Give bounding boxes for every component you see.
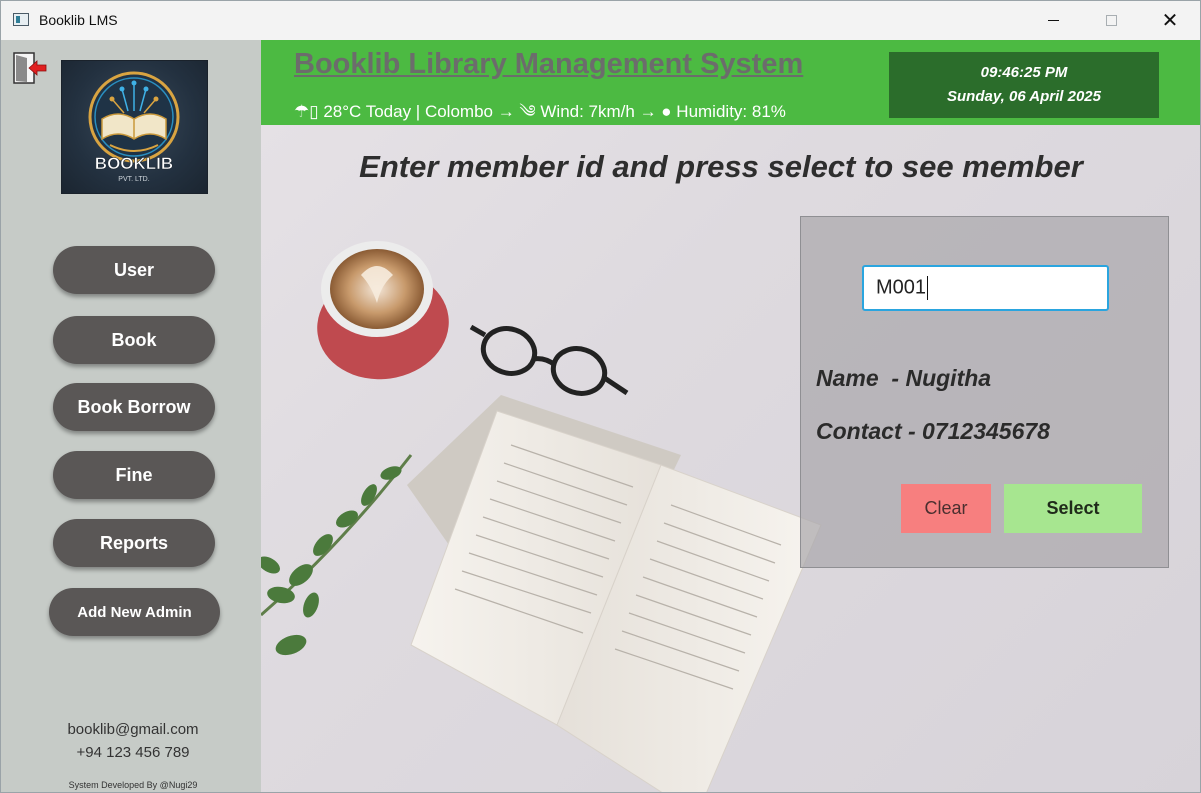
member-contact-label: Contact - 0712345678 xyxy=(816,418,1050,444)
contact-email: booklib@gmail.com xyxy=(67,721,199,738)
clear-button[interactable]: Clear xyxy=(901,484,991,533)
page-title: Booklib Library Management System xyxy=(294,48,804,80)
clock-date: Sunday, 06 April 2025 xyxy=(947,88,1101,105)
clock-time: 09:46:25 PM xyxy=(980,64,1068,81)
booklib-logo: BOOKLIB PVT. LTD. xyxy=(61,60,208,194)
add-new-admin-button[interactable]: Add New Admin xyxy=(49,588,220,636)
main-content: Booklib Library Management System ☂▯ 28°… xyxy=(261,40,1200,792)
logo-subtext: PVT. LTD. xyxy=(118,176,149,183)
fine-button[interactable]: Fine xyxy=(53,451,215,499)
maximize-icon xyxy=(1105,15,1117,26)
coffee-cup xyxy=(317,241,449,380)
logo-text: BOOKLIB xyxy=(95,154,173,173)
book-borrow-button[interactable]: Book Borrow xyxy=(53,383,215,431)
reports-button[interactable]: Reports xyxy=(53,519,215,567)
instruction-text: Enter member id and press select to see … xyxy=(359,149,1083,184)
minimize-icon xyxy=(1047,20,1059,21)
close-icon: ✕ xyxy=(1161,10,1179,32)
title-bar[interactable]: Booklib LMS ✕ xyxy=(1,1,1200,40)
minimize-button[interactable] xyxy=(1024,1,1082,40)
sidebar: BOOKLIB PVT. LTD. User Book Book Borrow … xyxy=(1,40,261,792)
glasses xyxy=(469,324,629,396)
header-bar: Booklib Library Management System ☂▯ 28°… xyxy=(261,40,1200,125)
contact-phone: +94 123 456 789 xyxy=(76,744,190,761)
window-title: Booklib LMS xyxy=(39,12,118,28)
member-lookup-panel: M001 Name - Nugitha Contact - 0712345678… xyxy=(800,216,1169,568)
plant-sprig xyxy=(261,454,413,656)
close-button[interactable]: ✕ xyxy=(1141,1,1199,40)
member-id-value: M001 xyxy=(876,276,927,299)
app-window-icon xyxy=(13,13,29,26)
clock-panel: 09:46:25 PM Sunday, 06 April 2025 xyxy=(889,52,1159,118)
app-window: Booklib LMS ✕ BOOKLIB PVT. LTD. User Boo… xyxy=(0,0,1201,793)
maximize-button[interactable] xyxy=(1082,1,1140,40)
book-button[interactable]: Book xyxy=(53,316,215,364)
member-id-input[interactable]: M001 xyxy=(862,265,1109,311)
text-caret xyxy=(927,276,929,300)
developer-credit: System Developed By @Nugi29 xyxy=(68,780,198,790)
select-button[interactable]: Select xyxy=(1004,484,1142,533)
logout-icon[interactable] xyxy=(13,52,47,84)
member-name-label: Name - Nugitha xyxy=(816,365,992,391)
user-button[interactable]: User xyxy=(53,246,215,294)
open-book xyxy=(407,395,822,792)
